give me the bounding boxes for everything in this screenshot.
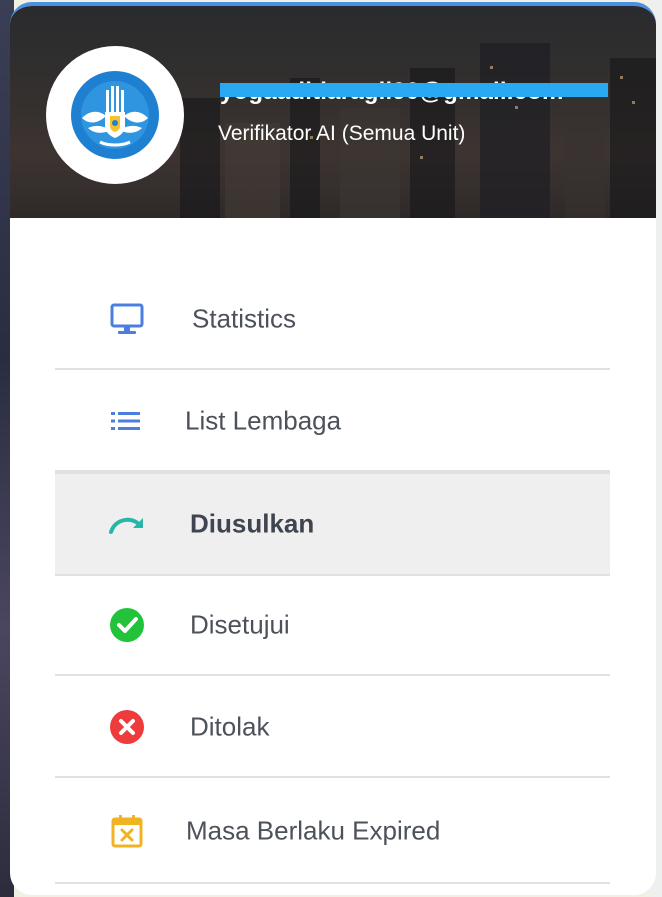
screen: yogaaditiaragil90@gmail.com Verifikator … (0, 0, 662, 897)
window-light (632, 101, 635, 104)
menu-item-label: Ditolak (190, 711, 270, 742)
navigation-drawer: yogaaditiaragil90@gmail.com Verifikator … (10, 2, 656, 895)
tut-wuri-handayani-logo (71, 71, 159, 159)
user-role: Verifikator AI (Semua Unit) (218, 122, 466, 145)
menu-item-diusulkan[interactable]: Diusulkan (55, 472, 610, 576)
check-circle-icon (107, 605, 147, 645)
menu-item-ditolak[interactable]: Ditolak (55, 678, 610, 778)
window-light (490, 66, 493, 69)
city-skyline-decoration (480, 43, 550, 218)
menu-item-label: List Lembaga (185, 405, 342, 436)
menu-item-label: Diusulkan (190, 508, 315, 539)
menu-item-list-lembaga[interactable]: List Lembaga (55, 372, 610, 472)
window-light (420, 156, 423, 159)
city-skyline-decoration (180, 98, 220, 218)
menu-item-label: Statistics (192, 303, 297, 334)
email-redaction-bar (220, 83, 608, 97)
avatar[interactable] (46, 46, 184, 184)
menu-item-label: Disetujui (190, 609, 290, 640)
redo-arrow-icon (107, 504, 147, 544)
window-light (515, 106, 518, 109)
city-skyline-decoration (565, 88, 605, 218)
list-icon (107, 401, 147, 441)
city-skyline-decoration (610, 58, 656, 218)
menu-item-label: Masa Berlaku Expired (186, 815, 441, 846)
drawer-header: yogaaditiaragil90@gmail.com Verifikator … (10, 6, 656, 218)
menu-item-disetujui[interactable]: Disetujui (55, 576, 610, 676)
menu-item-statistics[interactable]: Statistics (55, 270, 610, 370)
x-circle-icon (107, 707, 147, 747)
window-light (620, 76, 623, 79)
monitor-icon (107, 299, 147, 339)
calendar-x-icon (107, 811, 147, 851)
menu-item-masa-berlaku-expired[interactable]: Masa Berlaku Expired (55, 780, 610, 884)
